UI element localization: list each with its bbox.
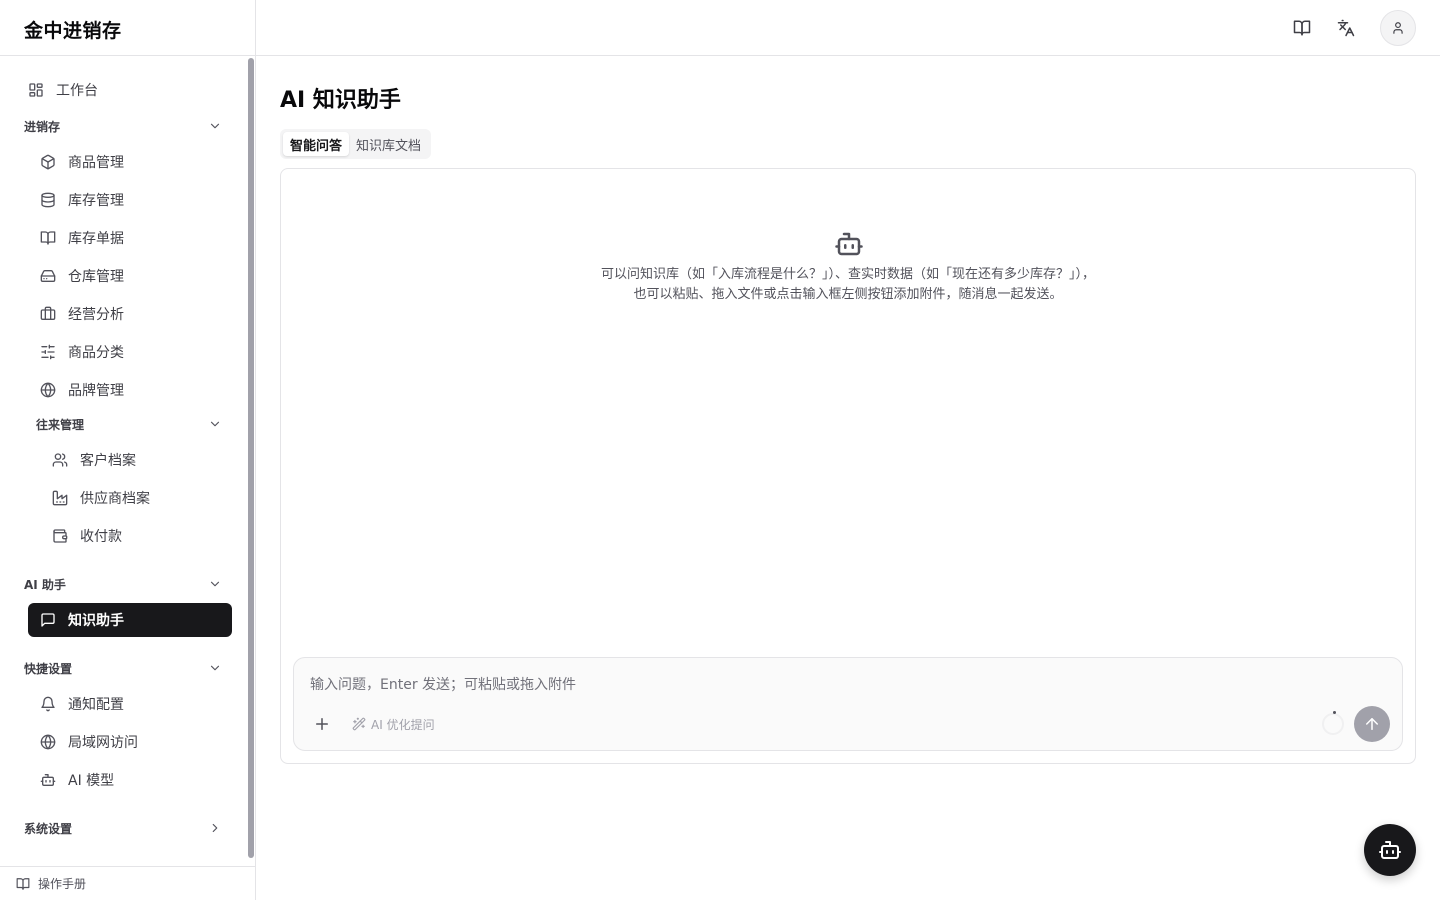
sidebar-item-label: 收付款 (80, 529, 122, 545)
message-square-icon (40, 612, 56, 628)
chat-input[interactable] (310, 674, 1210, 696)
language-button[interactable] (1328, 10, 1364, 46)
bell-icon (40, 696, 56, 712)
chat-composer: AI 优化提问 (293, 657, 1403, 751)
group-label: 系统设置 (24, 821, 73, 836)
sidebar-item-label: 知识助手 (68, 613, 124, 629)
group-system-settings[interactable]: 系统设置 (24, 814, 232, 842)
sidebar-item-categories[interactable]: 商品分类 (28, 335, 232, 369)
wallet-icon (52, 528, 68, 544)
sidebar-item-brands[interactable]: 品牌管理 (28, 373, 232, 407)
warehouse-icon (40, 268, 56, 284)
empty-state-hint: 可以问知识库（如「入库流程是什么？」）、查实时数据（如「现在还有多少库存？」），… (281, 265, 1415, 305)
layout-grid-icon (28, 82, 44, 98)
sidebar-item-label: 供应商档案 (80, 491, 150, 507)
docs-button[interactable] (1284, 10, 1320, 46)
sidebar-item-stock-docs[interactable]: 库存单据 (28, 221, 232, 255)
sidebar-item-suppliers[interactable]: 供应商档案 (40, 481, 232, 515)
sidebar-item-label: 客户档案 (80, 453, 136, 469)
users-icon (52, 452, 68, 468)
ai-assistant-fab[interactable] (1364, 824, 1416, 876)
sliders-icon (40, 344, 56, 360)
group-contacts[interactable]: 往来管理 (36, 410, 232, 438)
book-open-icon (1293, 19, 1311, 37)
package-icon (40, 154, 56, 170)
sidebar-item-analytics[interactable]: 经营分析 (28, 297, 232, 331)
send-button[interactable] (1354, 706, 1390, 742)
sidebar-item-customers[interactable]: 客户档案 (40, 443, 232, 477)
sidebar-item-label: 库存管理 (68, 193, 124, 209)
sidebar-scrollbar[interactable] (248, 58, 254, 858)
sidebar: 金中进销存 工作台 进销存 商品管理 库存管理 库存单据 仓库管理 经营分析 商… (0, 0, 256, 900)
sidebar-item-workbench[interactable]: 工作台 (28, 73, 232, 107)
sidebar-item-knowledge-assistant[interactable]: 知识助手 (28, 603, 232, 637)
chevron-right-icon (208, 821, 222, 835)
sidebar-item-label: 仓库管理 (68, 269, 124, 285)
wand-icon (352, 717, 366, 731)
chat-panel: 可以问知识库（如「入库流程是什么？」）、查实时数据（如「现在还有多少库存？」），… (280, 168, 1416, 764)
sidebar-item-stock[interactable]: 库存管理 (28, 183, 232, 217)
chevron-down-icon (208, 417, 222, 431)
sidebar-item-lan-access[interactable]: 局域网访问 (28, 725, 232, 759)
group-ai-assistant[interactable]: AI 助手 (24, 570, 232, 598)
database-icon (40, 192, 56, 208)
bot-icon (1378, 838, 1402, 862)
tab-smart-qa[interactable]: 智能问答 (283, 132, 350, 156)
tab-list: 智能问答 知识库文档 (280, 129, 432, 159)
manual-link[interactable]: 操作手册 (0, 866, 255, 900)
user-avatar-button[interactable] (1380, 10, 1416, 46)
group-inventory[interactable]: 进销存 (24, 112, 232, 140)
group-label: 进销存 (24, 119, 61, 134)
sidebar-item-label: 库存单据 (68, 231, 124, 247)
brand-title: 金中进销存 (24, 20, 122, 42)
group-label: 往来管理 (36, 417, 85, 432)
manual-label: 操作手册 (38, 877, 87, 891)
bot-icon (834, 229, 864, 259)
sidebar-item-warehouse[interactable]: 仓库管理 (28, 259, 232, 293)
book-open-icon (16, 877, 30, 891)
topbar (256, 0, 1440, 56)
chevron-down-icon (208, 119, 222, 133)
sidebar-item-notifications[interactable]: 通知配置 (28, 687, 232, 721)
sidebar-item-label: 通知配置 (68, 697, 124, 713)
bot-icon (40, 772, 56, 788)
sidebar-item-label: 商品分类 (68, 345, 124, 361)
ai-optimize-button[interactable]: AI 优化提问 (352, 715, 435, 733)
group-label: AI 助手 (24, 577, 66, 592)
chevron-down-icon (208, 577, 222, 591)
attach-button[interactable] (312, 714, 332, 734)
plus-icon (313, 715, 331, 733)
briefcase-icon (40, 306, 56, 322)
sidebar-item-label: 品牌管理 (68, 383, 124, 399)
empty-hint-line: 也可以粘贴、拖入文件或点击输入框左侧按钮添加附件，随消息一起发送。 (633, 287, 1063, 302)
book-open-icon (40, 230, 56, 246)
sidebar-item-ai-model[interactable]: AI 模型 (28, 763, 232, 797)
factory-icon (52, 490, 68, 506)
tab-knowledge-docs[interactable]: 知识库文档 (349, 132, 428, 156)
arrow-up-icon (1363, 715, 1381, 733)
globe-icon (40, 734, 56, 750)
page-title: AI 知识助手 (280, 88, 401, 113)
languages-icon (1337, 19, 1355, 37)
sidebar-item-products[interactable]: 商品管理 (28, 145, 232, 179)
loading-spinner-dot (1333, 711, 1336, 714)
group-quick-settings[interactable]: 快捷设置 (24, 654, 232, 682)
globe-icon (40, 382, 56, 398)
sidebar-item-label: 经营分析 (68, 307, 124, 323)
sidebar-item-label: 商品管理 (68, 155, 124, 171)
sidebar-item-label: AI 模型 (68, 773, 115, 789)
empty-hint-line: 可以问知识库（如「入库流程是什么？」）、查实时数据（如「现在还有多少库存？」）， (600, 267, 1095, 282)
sidebar-item-label: 局域网访问 (68, 735, 138, 751)
user-icon (1391, 21, 1405, 35)
sidebar-item-payments[interactable]: 收付款 (40, 519, 232, 553)
sidebar-nav: 工作台 进销存 商品管理 库存管理 库存单据 仓库管理 经营分析 商品分类 品牌… (0, 56, 248, 866)
group-label: 快捷设置 (24, 661, 73, 676)
sidebar-item-label: 工作台 (56, 83, 98, 99)
ai-optimize-label: AI 优化提问 (371, 717, 435, 732)
loading-spinner (1322, 713, 1344, 735)
chevron-down-icon (208, 661, 222, 675)
